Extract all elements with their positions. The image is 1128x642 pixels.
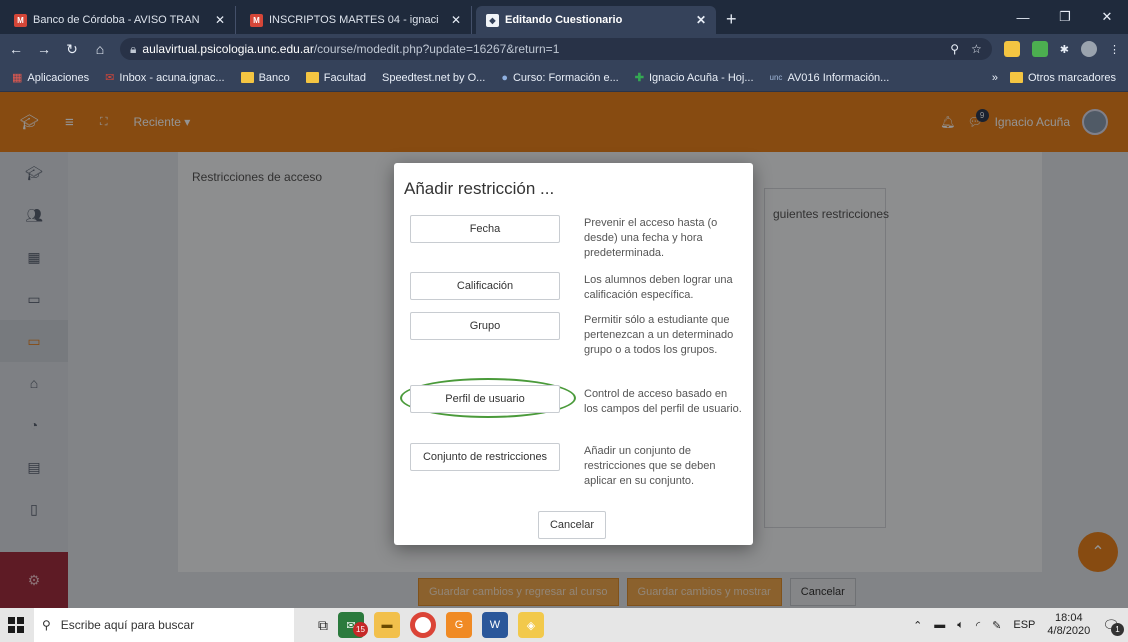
browser-tab-3[interactable]: ◆ Editando Cuestionario ✕ [476, 6, 716, 34]
folder-icon [1009, 72, 1023, 83]
minimize-icon[interactable]: — [1002, 0, 1044, 34]
windows-taskbar: ⚲ Escribe aquí para buscar ⧉ ✉ 15 ▬ G W ◈… [0, 608, 1128, 642]
restriction-profile-button[interactable]: Perfil de usuario [410, 385, 560, 413]
forward-icon[interactable]: → [36, 41, 52, 57]
folder-icon [240, 72, 254, 83]
address-bar[interactable]: 🔒︎ aulavirtual.psicologia.unc.edu.ar/cou… [120, 38, 992, 60]
yellow-app-icon[interactable]: ◈ [518, 612, 544, 638]
restriction-date-desc: Prevenir el acceso hasta (o desde) una f… [584, 217, 718, 259]
notification-count-badge: 1 [1111, 622, 1124, 636]
profile-avatar-icon[interactable] [1081, 41, 1097, 57]
clock[interactable]: 18:04 4/8/2020 [1047, 612, 1090, 638]
bookmark-av016[interactable]: unc AV016 Información... [770, 72, 890, 84]
back-icon[interactable]: ← [8, 41, 24, 57]
close-icon[interactable]: ✕ [696, 13, 706, 27]
dialog-title: Añadir restricción ... [404, 179, 555, 198]
close-icon[interactable]: ✕ [451, 13, 461, 27]
new-tab-button[interactable]: + [726, 6, 737, 34]
unc-icon: unc [769, 73, 783, 82]
gmail-icon: M [250, 13, 263, 27]
zoom-icon[interactable]: ⚲ [950, 42, 959, 56]
maximize-icon[interactable]: ❐ [1044, 0, 1086, 34]
browser-toolbar: ← → ↻ ⌂ 🔒︎ aulavirtual.psicologia.unc.ed… [0, 34, 1128, 64]
extension-icon[interactable] [1003, 41, 1020, 57]
browser-tab-2[interactable]: M INSCRIPTOS MARTES 04 - ignaci ✕ [240, 6, 472, 34]
extension-icon[interactable] [1031, 41, 1048, 57]
other-bookmarks[interactable]: Otros marcadores [1009, 72, 1116, 84]
orange-app-icon[interactable]: G [446, 612, 472, 638]
notification-icon[interactable]: 🗨︎ 1 [1102, 617, 1124, 636]
windows-start-icon[interactable] [8, 617, 24, 633]
folder-icon [305, 72, 319, 83]
language-indicator[interactable]: ESP [1013, 619, 1035, 631]
bookmark-apps[interactable]: ▦ Aplicaciones [12, 71, 89, 85]
file-explorer-icon[interactable]: ▬ [374, 612, 400, 638]
restriction-group-button[interactable]: Grupo [410, 312, 560, 340]
pen-icon[interactable]: ✎ [992, 619, 1001, 632]
restriction-set-desc: Añadir un conjunto de restricciones que … [584, 445, 716, 487]
apps-grid-icon: ▦ [12, 72, 23, 84]
clock-time: 18:04 [1055, 612, 1083, 624]
bookmark-speedtest[interactable]: Speedtest.net by O... [382, 72, 485, 84]
course-icon: ● [501, 71, 508, 84]
url-path: /course/modedit.php?update=16267&return=… [313, 42, 560, 56]
bookmarks-overflow-button[interactable]: » [992, 72, 998, 84]
browser-tab-1[interactable]: M Banco de Córdoba - AVISO TRAN ✕ [4, 6, 236, 34]
system-tray: ⌃ ▬ 🔈︎ ◜ ✎ ESP 18:04 4/8/2020 🗨︎ 1 [913, 612, 1124, 638]
shield-icon: ◆ [486, 13, 499, 27]
menu-icon[interactable]: ⋮ [1109, 43, 1120, 56]
restriction-profile-desc: Control de acceso basado en los campos d… [584, 388, 742, 415]
home-icon[interactable]: ⌂ [92, 41, 108, 57]
volume-icon[interactable]: 🔈︎ [957, 619, 964, 632]
extensions-puzzle-icon[interactable]: ✱ [1060, 43, 1069, 56]
lock-icon: 🔒︎ [130, 41, 137, 56]
restriction-grade-desc: Los alumnos deben lograr una calificació… [584, 274, 733, 301]
word-icon[interactable]: W [482, 612, 508, 638]
close-icon[interactable]: ✕ [215, 13, 225, 27]
chevron-up-icon[interactable]: ⌃ [913, 619, 922, 632]
close-icon[interactable]: ✕ [1086, 0, 1128, 34]
bookmark-facultad[interactable]: Facultad [305, 72, 366, 84]
task-view-icon[interactable]: ⧉ [318, 617, 328, 634]
window-controls: — ❐ ✕ [1002, 0, 1128, 34]
star-icon[interactable]: ☆ [971, 42, 982, 56]
wifi-icon[interactable]: ◜ [976, 619, 980, 632]
browser-tab-strip: M Banco de Córdoba - AVISO TRAN ✕ M INSC… [0, 0, 1128, 34]
restriction-date-button[interactable]: Fecha [410, 215, 560, 243]
bookmark-inbox[interactable]: ✉ Inbox - acuna.ignac... [105, 71, 224, 85]
tab-title: Editando Cuestionario [505, 14, 623, 26]
reload-icon[interactable]: ↻ [64, 41, 80, 58]
taskbar-search[interactable]: ⚲ Escribe aquí para buscar [34, 608, 294, 642]
sheets-icon: ✚ [634, 72, 644, 84]
add-restriction-dialog: Añadir restricción ... Fecha Prevenir el… [394, 163, 753, 545]
mail-count-badge: 15 [353, 622, 368, 637]
gmail-icon: ✉ [105, 72, 115, 84]
chrome-icon[interactable] [410, 612, 436, 638]
gmail-icon: M [14, 13, 27, 27]
bookmark-hoja[interactable]: ✚ Ignacio Acuña - Hoj... [634, 71, 754, 85]
bookmarks-bar: ▦ Aplicaciones ✉ Inbox - acuna.ignac... Ba… [0, 64, 1128, 92]
tab-title: Banco de Córdoba - AVISO TRAN [33, 14, 200, 26]
search-icon: ⚲ [42, 618, 51, 632]
bookmark-curso[interactable]: ● Curso: Formación e... [501, 72, 618, 84]
url-host: aulavirtual.psicologia.unc.edu.ar [142, 42, 314, 56]
search-placeholder: Escribe aquí para buscar [60, 618, 195, 632]
clock-date: 4/8/2020 [1047, 625, 1091, 637]
restriction-grade-button[interactable]: Calificación [410, 272, 560, 300]
dialog-cancel-button[interactable]: Cancelar [538, 511, 606, 539]
battery-icon[interactable]: ▬ [934, 619, 945, 631]
restriction-group-desc: Permitir sólo a estudiante que pertenezc… [584, 314, 734, 356]
restriction-set-button[interactable]: Conjunto de restricciones [410, 443, 560, 471]
bookmark-banco[interactable]: Banco [240, 72, 290, 84]
tab-title: INSCRIPTOS MARTES 04 - ignaci [269, 14, 439, 26]
mail-app-icon[interactable]: ✉ 15 [338, 612, 368, 638]
